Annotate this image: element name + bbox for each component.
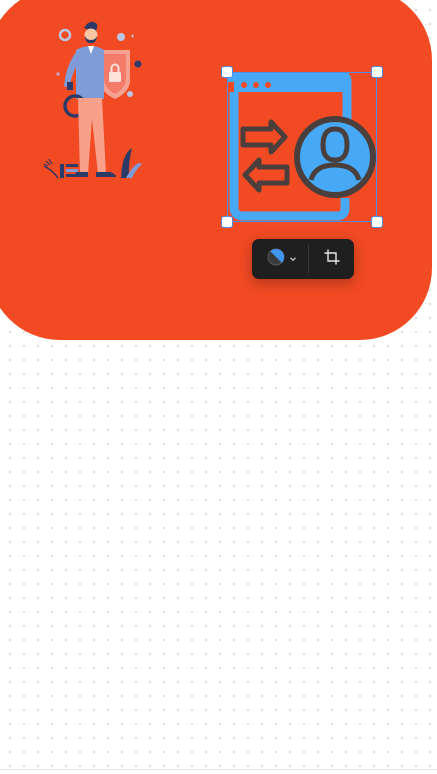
canvas-bottom-border	[0, 769, 437, 770]
resize-handle-bottom-left[interactable]	[221, 216, 233, 228]
resize-handle-top-right[interactable]	[371, 66, 383, 78]
element-toolbar	[252, 239, 354, 279]
crop-icon	[323, 248, 341, 271]
crop-button[interactable]	[309, 239, 354, 279]
chevron-down-icon	[289, 250, 297, 268]
color-picker-button[interactable]	[252, 239, 308, 279]
color-swatch-icon	[267, 248, 285, 271]
resize-handle-bottom-right[interactable]	[371, 216, 383, 228]
resize-handle-top-left[interactable]	[221, 66, 233, 78]
security-person-illustration[interactable]	[36, 14, 151, 184]
account-transfer-icon[interactable]	[225, 69, 379, 224]
